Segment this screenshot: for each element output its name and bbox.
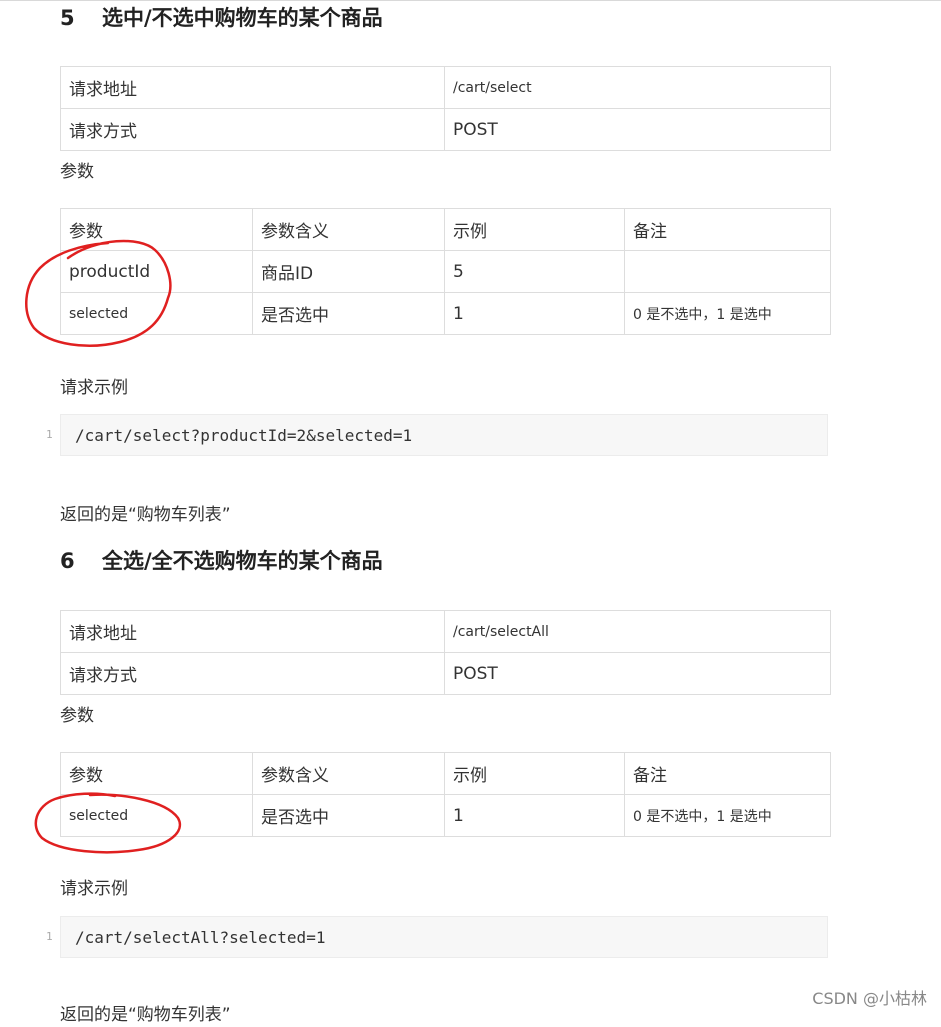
section-5-return-text: 返回的是“购物车列表” bbox=[60, 505, 231, 525]
header-meaning: 参数含义 bbox=[252, 752, 445, 795]
table-row: productId 商品ID 5 bbox=[60, 250, 831, 293]
header-example: 示例 bbox=[444, 208, 625, 251]
request-url-value: /cart/selectAll bbox=[444, 610, 831, 653]
code-line: /cart/selectAll?selected=1 bbox=[75, 928, 326, 947]
param-name: selected bbox=[60, 794, 253, 837]
param-example: 1 bbox=[444, 292, 625, 335]
param-note: 0 是不选中，1 是选中 bbox=[624, 794, 831, 837]
section-5-title: 选中/不选中购物车的某个商品 bbox=[102, 6, 383, 30]
param-example: 5 bbox=[444, 250, 625, 293]
section-5-code-block: 1 /cart/select?productId=2&selected=1 bbox=[46, 414, 828, 456]
request-method-key: 请求方式 bbox=[60, 652, 445, 695]
param-meaning: 是否选中 bbox=[252, 292, 445, 335]
param-name: productId bbox=[60, 250, 253, 293]
param-meaning: 商品ID bbox=[252, 250, 445, 293]
header-note: 备注 bbox=[624, 752, 831, 795]
section-5-params-table: 参数 参数含义 示例 备注 productId 商品ID 5 selected … bbox=[60, 208, 831, 335]
request-method-value: POST bbox=[444, 108, 831, 151]
table-header-row: 参数 参数含义 示例 备注 bbox=[60, 208, 831, 251]
section-5-params-label: 参数 bbox=[60, 162, 94, 182]
param-meaning: 是否选中 bbox=[252, 794, 445, 837]
table-row: 请求地址 /cart/selectAll bbox=[60, 610, 831, 653]
section-5-number: 5 bbox=[60, 6, 75, 30]
param-note: 0 是不选中，1 是选中 bbox=[624, 292, 831, 335]
table-row: selected 是否选中 1 0 是不选中，1 是选中 bbox=[60, 794, 831, 837]
request-url-key: 请求地址 bbox=[60, 610, 445, 653]
csdn-watermark: CSDN @小枯林 bbox=[812, 989, 927, 1008]
header-param: 参数 bbox=[60, 752, 253, 795]
table-row: 请求方式 POST bbox=[60, 108, 831, 151]
section-6-example-label: 请求示例 bbox=[60, 879, 128, 899]
param-note bbox=[624, 250, 831, 293]
section-6-title: 全选/全不选购物车的某个商品 bbox=[102, 549, 383, 573]
section-6-number: 6 bbox=[60, 549, 75, 573]
request-method-value: POST bbox=[444, 652, 831, 695]
section-6-params-table: 参数 参数含义 示例 备注 selected 是否选中 1 0 是不选中，1 是… bbox=[60, 752, 831, 837]
table-row: 请求方式 POST bbox=[60, 652, 831, 695]
param-example: 1 bbox=[444, 794, 625, 837]
code-line: /cart/select?productId=2&selected=1 bbox=[75, 426, 413, 445]
line-number: 1 bbox=[46, 930, 53, 943]
section-5-request-table: 请求地址 /cart/select 请求方式 POST bbox=[60, 66, 831, 151]
table-row: 请求地址 /cart/select bbox=[60, 66, 831, 109]
param-name: selected bbox=[60, 292, 253, 335]
header-note: 备注 bbox=[624, 208, 831, 251]
section-6-params-label: 参数 bbox=[60, 706, 94, 726]
header-example: 示例 bbox=[444, 752, 625, 795]
table-row: selected 是否选中 1 0 是不选中，1 是选中 bbox=[60, 292, 831, 335]
section-6-heading: 6 全选/全不选购物车的某个商品 bbox=[60, 546, 383, 576]
top-divider bbox=[0, 0, 941, 1]
request-url-value: /cart/select bbox=[444, 66, 831, 109]
header-param: 参数 bbox=[60, 208, 253, 251]
section-6-code-block: 1 /cart/selectAll?selected=1 bbox=[46, 916, 828, 958]
table-header-row: 参数 参数含义 示例 备注 bbox=[60, 752, 831, 795]
section-6-return-text: 返回的是“购物车列表” bbox=[60, 1005, 231, 1025]
line-number: 1 bbox=[46, 428, 53, 441]
request-method-key: 请求方式 bbox=[60, 108, 445, 151]
section-5-example-label: 请求示例 bbox=[60, 378, 128, 398]
request-url-key: 请求地址 bbox=[60, 66, 445, 109]
section-6-request-table: 请求地址 /cart/selectAll 请求方式 POST bbox=[60, 610, 831, 695]
section-5-heading: 5 选中/不选中购物车的某个商品 bbox=[60, 3, 383, 33]
header-meaning: 参数含义 bbox=[252, 208, 445, 251]
